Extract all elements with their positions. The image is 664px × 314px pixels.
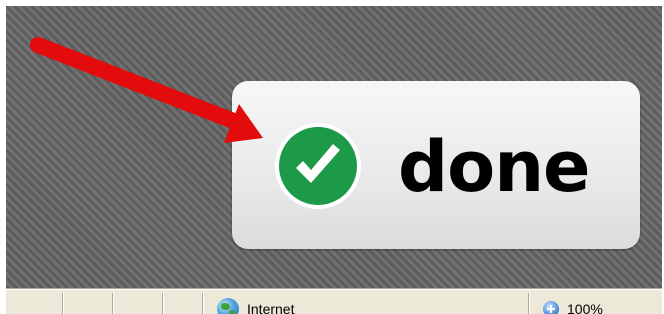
status-separator bbox=[112, 293, 113, 314]
security-zone[interactable]: Internet bbox=[217, 298, 295, 314]
done-label: done bbox=[398, 126, 591, 208]
status-separator bbox=[162, 293, 163, 314]
status-separator bbox=[202, 293, 203, 314]
browser-window: done Internet 100% bbox=[0, 0, 664, 314]
zoom-label: 100% bbox=[567, 301, 603, 314]
zoom-icon bbox=[543, 301, 559, 314]
globe-icon bbox=[217, 298, 239, 314]
zoom-control[interactable]: 100% bbox=[543, 300, 603, 314]
check-circle-icon bbox=[275, 123, 361, 209]
status-separator bbox=[528, 293, 529, 314]
status-bar: Internet 100% bbox=[6, 288, 662, 314]
zone-label: Internet bbox=[247, 301, 295, 314]
done-notification: done bbox=[232, 81, 640, 249]
status-separator bbox=[62, 293, 63, 314]
